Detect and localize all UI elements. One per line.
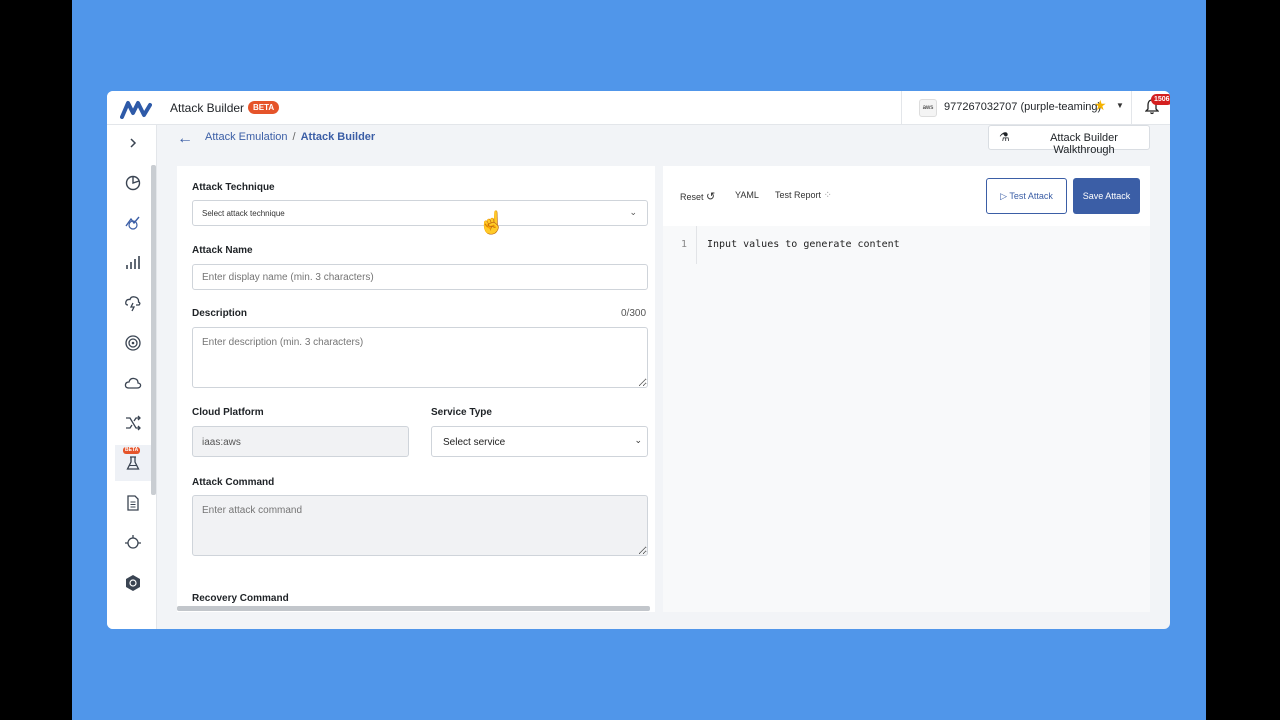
form-horizontal-scrollbar[interactable] [177, 606, 650, 611]
reset-button[interactable]: Reset ↺ [680, 190, 715, 203]
walkthrough-button[interactable]: ⚗ Attack Builder Walkthrough [988, 125, 1150, 156]
document-icon [127, 495, 139, 511]
kubernetes-icon [126, 575, 140, 591]
sidebar-item-shuffle[interactable] [115, 405, 151, 441]
play-icon: ▷ [1000, 190, 1008, 201]
beta-badge: BETA [248, 101, 280, 114]
refresh-icon: ↺ [706, 191, 716, 203]
technique-select[interactable]: Select attack technique ⌄ [192, 200, 648, 226]
account-selector[interactable]: aws 977267032707 (purple-teaming) ★ ▼ [901, 91, 1132, 125]
test-report-tab[interactable]: Test Report ⁘ [775, 190, 832, 201]
star-icon[interactable]: ★ [1094, 97, 1107, 114]
attack-name-input[interactable] [192, 264, 648, 290]
line-gutter: 1 [663, 226, 697, 264]
test-attack-label: Test Attack [1009, 190, 1053, 201]
page-title: Attack Builder [170, 101, 245, 115]
breadcrumb-separator: / [292, 131, 296, 143]
save-attack-button[interactable]: Save Attack [1073, 178, 1140, 214]
chevron-down-icon: ⌄ [629, 207, 637, 217]
flask-icon [126, 456, 140, 470]
cloud-platform-label: Cloud Platform [192, 407, 264, 418]
service-type-select[interactable]: Select service ⌄ [431, 426, 648, 457]
walkthrough-button-label: Attack Builder Walkthrough [1050, 132, 1118, 156]
editor-content: Input values to generate content [707, 239, 900, 250]
service-type-label: Service Type [431, 407, 492, 418]
chevron-right-icon [130, 138, 137, 148]
sidebar-item-reports[interactable] [115, 485, 151, 521]
yaml-editor-panel: Reset ↺ YAML Test Report ⁘ ▷ Test Attack… [663, 166, 1150, 612]
editor-toolbar: Reset ↺ YAML Test Report ⁘ ▷ Test Attack… [663, 166, 1150, 226]
bar-chart-icon [126, 256, 140, 269]
sidebar-scrollbar[interactable] [151, 165, 156, 495]
attack-command-textarea[interactable] [192, 495, 648, 556]
sidebar: BETA [107, 125, 157, 629]
back-arrow-icon[interactable]: ← [177, 130, 193, 148]
sidebar-item-targets[interactable] [115, 325, 151, 361]
sidebar-item-integrations[interactable] [115, 525, 151, 561]
yaml-tab[interactable]: YAML [735, 190, 759, 200]
test-attack-button[interactable]: ▷ Test Attack [986, 178, 1067, 214]
attack-emulation-icon [125, 216, 140, 230]
breadcrumb-link-attack-emulation[interactable]: Attack Emulation [205, 131, 288, 143]
breadcrumb-current: Attack Builder [300, 131, 376, 143]
chevron-down-icon[interactable]: ▼ [1116, 101, 1124, 110]
sidebar-item-cloud[interactable] [115, 365, 151, 401]
attack-command-label: Attack Command [192, 477, 275, 488]
hand-cursor-icon: ☝ [478, 210, 506, 235]
chevron-down-icon: ⌄ [634, 435, 642, 445]
sidebar-expand-button[interactable] [115, 125, 151, 161]
cloud-platform-value: iaas:aws [202, 437, 241, 448]
notification-count-badge: 1506 [1151, 94, 1170, 105]
cloud-platform-field: iaas:aws [192, 426, 409, 457]
loading-spinner-icon: ⁘ [823, 190, 832, 201]
test-report-label: Test Report [775, 190, 822, 200]
reset-label: Reset [680, 192, 704, 202]
code-editor[interactable]: 1 Input values to generate content [663, 226, 1150, 612]
flask-icon: ⚗ [999, 130, 1010, 144]
attack-name-label: Attack Name [192, 245, 253, 256]
recovery-command-label: Recovery Command [192, 593, 289, 604]
line-number: 1 [681, 239, 688, 250]
sidebar-item-analytics[interactable] [115, 245, 151, 281]
technique-placeholder: Select attack technique [202, 209, 285, 218]
pie-chart-icon [125, 175, 141, 191]
sidebar-beta-badge: BETA [123, 447, 141, 454]
service-type-placeholder: Select service [443, 437, 506, 448]
main-content: ← Attack Emulation / Attack Builder ⚗ Atta… [157, 125, 1170, 629]
integration-icon [125, 535, 141, 549]
description-textarea[interactable] [192, 327, 648, 388]
aws-icon: aws [919, 99, 937, 117]
shuffle-icon [126, 415, 141, 431]
app-logo[interactable] [120, 99, 152, 119]
app-window: Attack Builder BETA aws 977267032707 (pu… [107, 91, 1170, 629]
sidebar-item-threats[interactable] [115, 285, 151, 321]
technique-label: Attack Technique [192, 182, 275, 193]
target-icon [125, 335, 141, 351]
cloud-icon [124, 377, 142, 389]
sidebar-item-attack-builder[interactable]: BETA [115, 445, 151, 481]
account-label: 977267032707 (purple-teaming) [944, 101, 1102, 113]
sidebar-item-attack-emulation[interactable] [115, 205, 151, 241]
sidebar-item-dashboard[interactable] [115, 165, 151, 201]
description-label: Description [192, 308, 248, 319]
storm-cloud-icon [125, 296, 141, 312]
sidebar-item-kubernetes[interactable] [115, 565, 151, 601]
top-bar: Attack Builder BETA aws 977267032707 (pu… [107, 91, 1170, 125]
description-char-counter: 0/300 [621, 308, 647, 319]
breadcrumb: Attack Emulation / Attack Builder [205, 131, 375, 143]
attack-form: Attack Technique Select attack technique… [177, 166, 655, 612]
